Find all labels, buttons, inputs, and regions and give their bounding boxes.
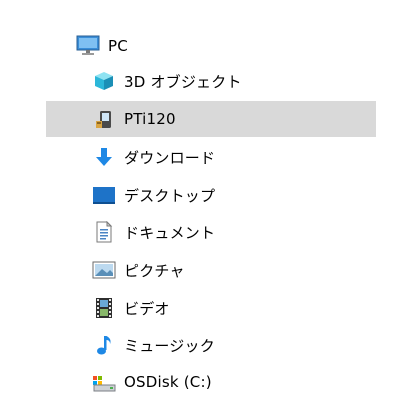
nav-item-label: ビデオ: [124, 299, 170, 318]
nav-item-3d-objects[interactable]: 3D オブジェクト: [46, 63, 376, 99]
nav-item-label: 3D オブジェクト: [124, 72, 242, 91]
nav-item-label: ドキュメント: [124, 223, 216, 242]
3d-objects-icon: [92, 69, 116, 93]
nav-item-videos[interactable]: ビデオ: [46, 290, 376, 326]
nav-item-label: デスクトップ: [124, 186, 216, 205]
desktop-icon: [92, 183, 116, 207]
music-note-icon: [92, 333, 116, 357]
nav-item-music[interactable]: ミュージック: [46, 327, 376, 363]
nav-item-label: ミュージック: [124, 336, 215, 355]
nav-item-pc-label: PC: [108, 37, 128, 55]
download-arrow-icon: [92, 145, 116, 169]
portable-device-icon: [92, 107, 116, 131]
document-icon: [92, 220, 116, 244]
nav-item-label: OSDisk (C:): [124, 373, 212, 391]
nav-item-documents[interactable]: ドキュメント: [46, 214, 376, 250]
os-disk-icon: [92, 370, 116, 394]
picture-icon: [92, 258, 116, 282]
nav-item-osdisk[interactable]: OSDisk (C:): [46, 364, 376, 400]
nav-item-desktop[interactable]: デスクトップ: [46, 177, 376, 213]
nav-item-pictures[interactable]: ピクチャ: [46, 252, 376, 288]
nav-item-label: ピクチャ: [124, 261, 185, 280]
nav-item-downloads[interactable]: ダウンロード: [46, 139, 376, 175]
nav-item-pc[interactable]: PC: [76, 28, 376, 64]
nav-item-label: PTi120: [124, 110, 176, 128]
pc-icon: [76, 34, 100, 58]
navigation-tree: PC 3D オブジェクト PTi120 ダウンロード デスクトップ ドキュメント…: [0, 0, 420, 420]
nav-item-label: ダウンロード: [124, 148, 216, 167]
video-film-icon: [92, 296, 116, 320]
nav-item-pti120[interactable]: PTi120: [46, 101, 376, 137]
